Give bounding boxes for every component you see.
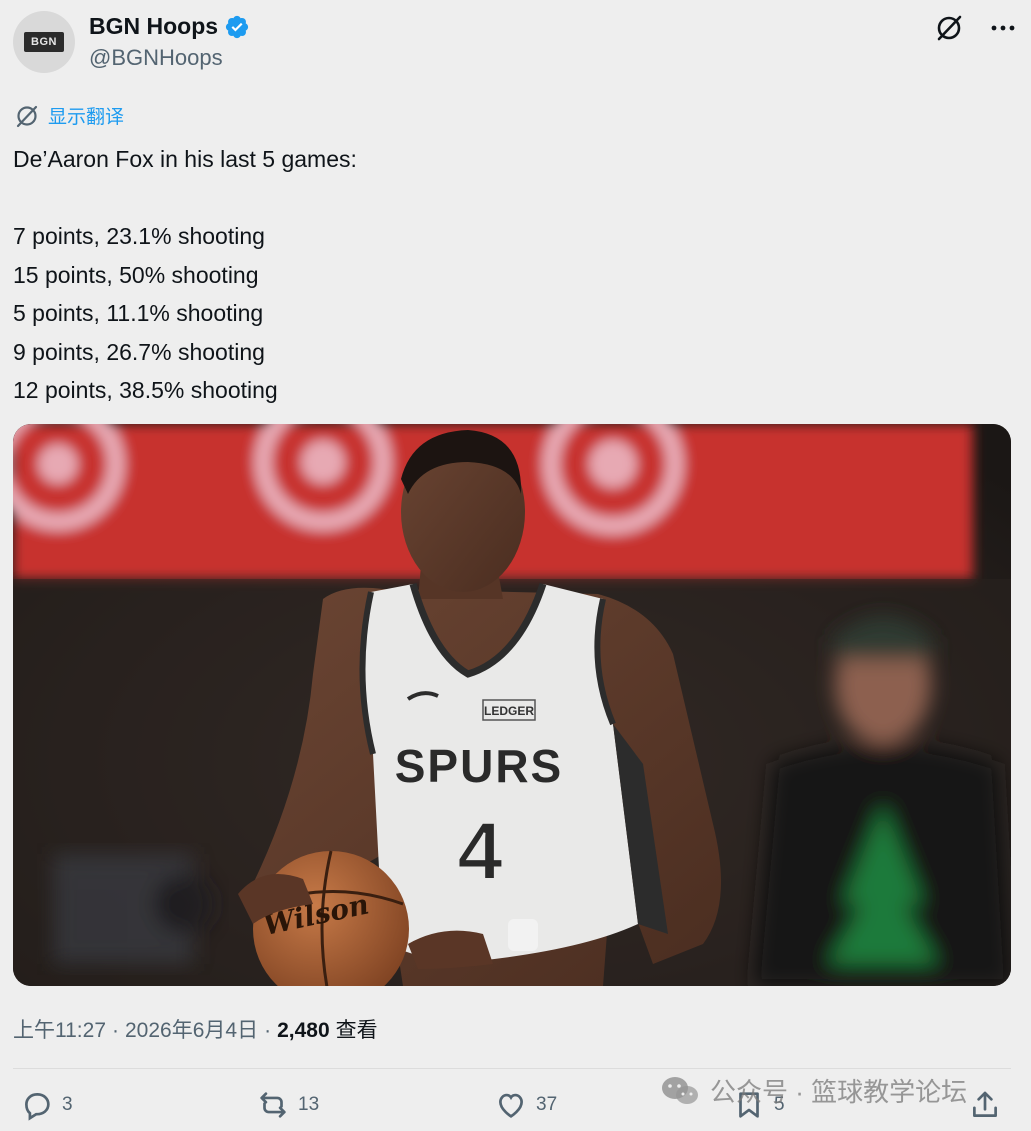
translate-button[interactable]: 显示翻译 xyxy=(14,102,124,129)
meta-separator: · xyxy=(264,1019,272,1042)
more-icon[interactable] xyxy=(988,13,1018,43)
tweet-text: De’Aaron Fox in his last 5 games: 7 poin… xyxy=(13,140,1003,410)
like-count: 37 xyxy=(536,1094,558,1115)
retweet-count: 13 xyxy=(298,1094,320,1115)
tweet-line: 5 points, 11.1% shooting xyxy=(13,300,264,326)
tweet-line: 9 points, 26.7% shooting xyxy=(13,338,265,365)
tweet-line: 12 points, 38.5% shooting xyxy=(13,377,278,403)
author-display-name[interactable]: BGN Hoops xyxy=(89,13,218,40)
watermark-text: 公众号 · 篮球教学论坛 xyxy=(710,1077,968,1107)
header-actions xyxy=(934,13,1018,43)
avatar[interactable]: BGN xyxy=(13,11,75,73)
translate-label: 显示翻译 xyxy=(48,107,125,128)
like-button[interactable]: 37 xyxy=(494,1088,557,1122)
verified-badge-icon xyxy=(224,14,250,40)
jersey-number: 4 xyxy=(457,806,503,897)
reply-count: 3 xyxy=(62,1094,73,1115)
meta-separator: · xyxy=(112,1019,119,1042)
tweet-date[interactable]: 2026年6月4日 xyxy=(125,1014,258,1044)
translate-icon xyxy=(16,105,38,127)
wechat-icon xyxy=(662,1076,698,1104)
grok-icon[interactable] xyxy=(934,13,964,43)
views-label: 查看 xyxy=(335,1019,378,1042)
tweet-header: BGN BGN Hoops @BGNHoops xyxy=(13,11,1018,77)
jersey-team: SPURS xyxy=(395,740,563,792)
reply-icon xyxy=(25,1093,50,1121)
tweet-meta: 上午11:27 · 2026年6月4日 · 2,480 查看 xyxy=(13,1014,378,1044)
tweet-line: 7 points, 23.1% shooting xyxy=(13,223,265,249)
views-count: 2,480 xyxy=(277,1019,330,1042)
tweet-line: De’Aaron Fox in his last 5 games: xyxy=(13,146,357,172)
tweet-time[interactable]: 上午11:27 xyxy=(13,1014,106,1044)
author-name-row: BGN Hoops xyxy=(89,13,250,40)
reply-button[interactable]: 3 xyxy=(20,1088,73,1122)
retweet-button[interactable]: 13 xyxy=(256,1088,319,1122)
share-icon xyxy=(973,1091,997,1117)
divider xyxy=(13,1068,1011,1069)
watermark: 公众号 · 篮球教学论坛 xyxy=(660,1072,967,1109)
tweet-line: 15 points, 50% shooting xyxy=(13,261,259,288)
jersey-sponsor: LEDGER xyxy=(484,704,534,718)
retweet-icon xyxy=(260,1092,286,1118)
like-icon xyxy=(499,1093,523,1118)
avatar-logo: BGN xyxy=(24,32,64,52)
author-handle[interactable]: @BGNHoops xyxy=(89,45,223,71)
share-button[interactable] xyxy=(968,1088,1002,1122)
tweet-photo[interactable]: LEDGER SPURS 4 Wilson xyxy=(13,424,1011,986)
